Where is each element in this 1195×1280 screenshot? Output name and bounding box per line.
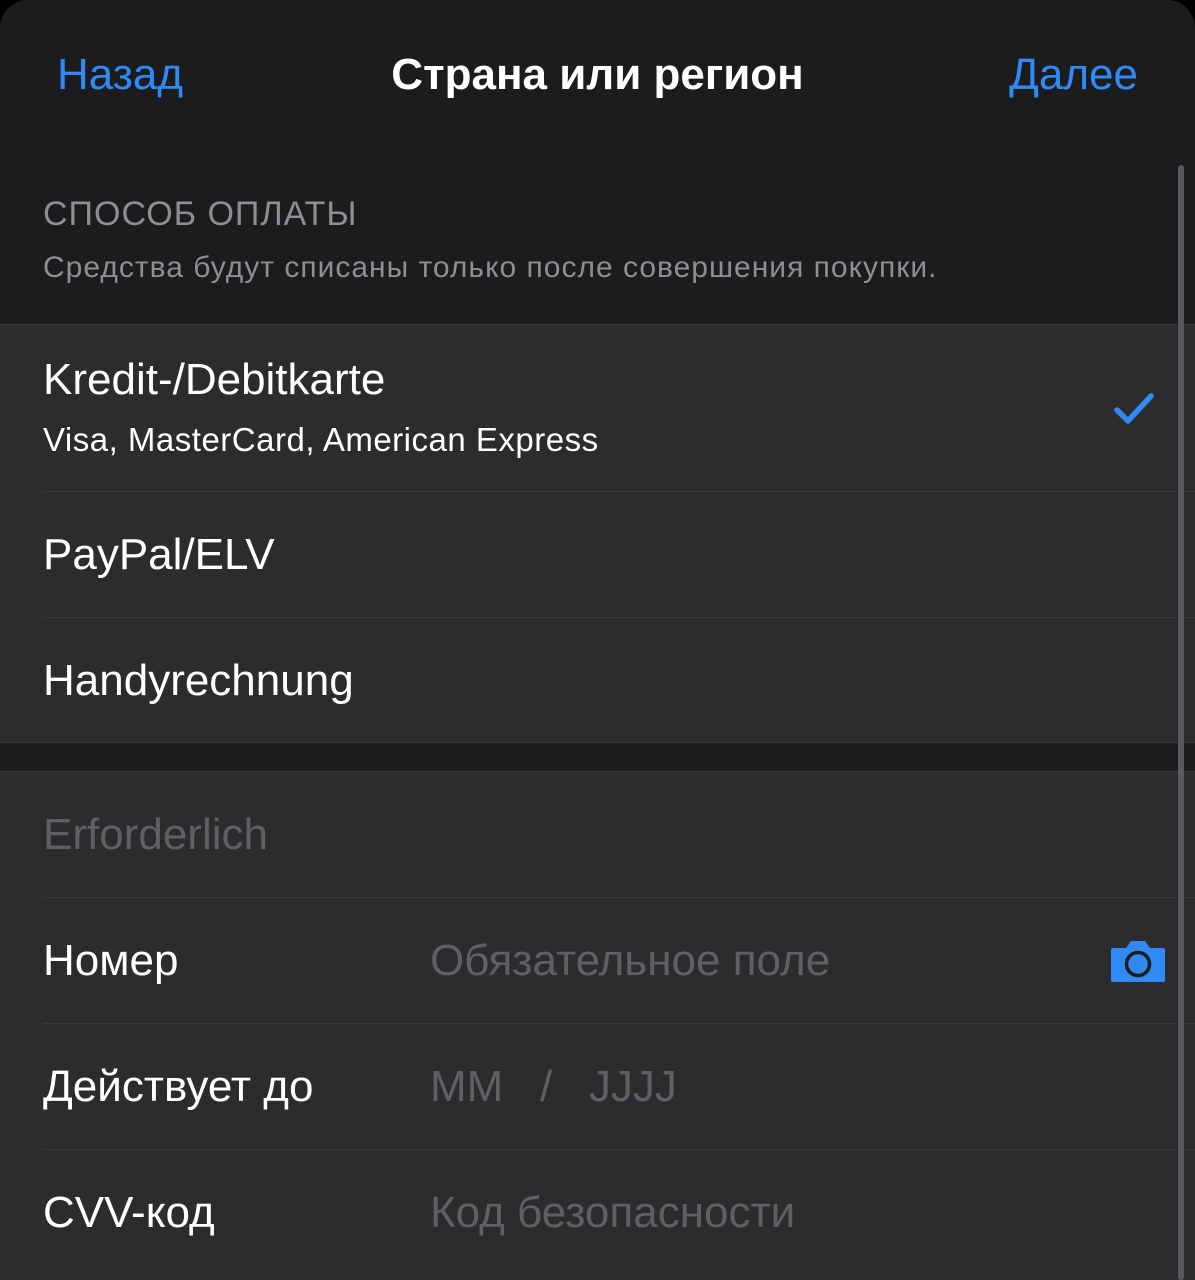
scrollbar[interactable]	[1178, 165, 1184, 1280]
section-subtitle: Средства будут списаны только после сове…	[43, 251, 938, 284]
payment-option-handyrechnung[interactable]: Handyrechnung	[0, 618, 1195, 742]
option-title: PayPal/ELV	[43, 530, 275, 579]
payment-option-card[interactable]: Kredit-/Debitkarte Visa, MasterCard, Ame…	[0, 325, 1195, 492]
expiry-label: Действует до	[43, 1062, 314, 1111]
card-number-input[interactable]: Обязательное поле	[430, 936, 830, 986]
cvv-label: CVV-код	[43, 1188, 215, 1237]
card-number-label: Номер	[43, 936, 179, 985]
checkmark-icon	[1114, 393, 1154, 424]
payment-sheet: Назад Страна или регион Далее СПОСОБ ОПЛ…	[0, 0, 1195, 1280]
cvv-row: CVV-код Код безопасности	[0, 1150, 1195, 1280]
expiry-input[interactable]: MM / JJJJ	[430, 1062, 677, 1112]
option-title: Handyrechnung	[43, 656, 354, 705]
payment-option-paypal[interactable]: PayPal/ELV	[0, 492, 1195, 618]
navigation-bar: Назад Страна или регион Далее	[0, 0, 1195, 160]
option-title: Kredit-/Debitkarte	[43, 355, 386, 404]
cardholder-row[interactable]: Erforderlich	[0, 772, 1195, 898]
cardholder-field[interactable]: Erforderlich	[43, 810, 268, 860]
section-title: СПОСОБ ОПЛАТЫ	[43, 195, 358, 233]
expiry-row: Действует до MM / JJJJ	[0, 1024, 1195, 1150]
cvv-input[interactable]: Код безопасности	[430, 1188, 795, 1238]
next-button[interactable]: Далее	[1009, 50, 1138, 100]
payment-method-list: Kredit-/Debitkarte Visa, MasterCard, Ame…	[0, 324, 1195, 743]
card-details-form: Erforderlich Номер Обязательное поле Дей…	[0, 771, 1195, 1280]
camera-icon[interactable]	[1109, 938, 1167, 984]
payment-section-header: СПОСОБ ОПЛАТЫ Средства будут списаны тол…	[43, 190, 1143, 292]
card-number-row: Номер Обязательное поле	[0, 898, 1195, 1024]
option-subtitle: Visa, MasterCard, American Express	[43, 421, 599, 458]
